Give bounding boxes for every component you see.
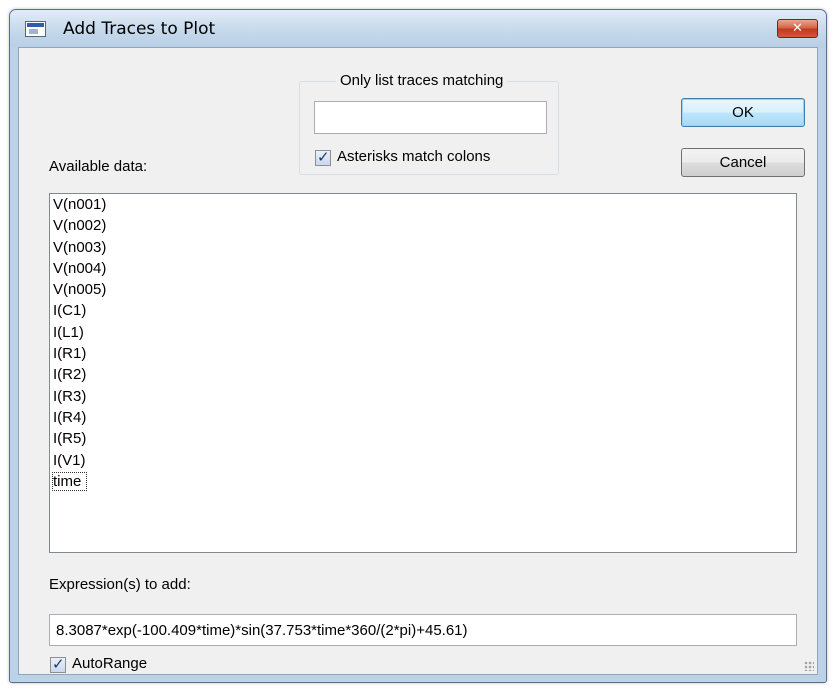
list-item[interactable]: I(R4)	[50, 407, 796, 428]
list-item[interactable]: I(V1)	[50, 450, 796, 471]
filter-input[interactable]	[314, 101, 547, 134]
list-item[interactable]: I(L1)	[50, 322, 796, 343]
expression-label: Expression(s) to add:	[49, 576, 191, 593]
list-item[interactable]: I(R1)	[50, 343, 796, 364]
available-data-label: Available data:	[49, 158, 148, 175]
list-item-focused[interactable]: time	[50, 471, 796, 492]
cancel-button[interactable]: Cancel	[681, 148, 805, 177]
list-item[interactable]: V(n001)	[50, 194, 796, 215]
dialog-title: Add Traces to Plot	[63, 19, 216, 39]
list-item[interactable]: I(R2)	[50, 364, 796, 385]
list-item[interactable]: V(n002)	[50, 215, 796, 236]
list-item[interactable]: I(R3)	[50, 386, 796, 407]
add-traces-dialog: Add Traces to Plot ✕ Only list traces ma…	[9, 9, 827, 683]
list-item[interactable]: V(n004)	[50, 258, 796, 279]
list-item[interactable]: V(n003)	[50, 237, 796, 258]
close-icon: ✕	[792, 21, 803, 36]
expression-input[interactable]	[49, 614, 797, 646]
app-window-icon	[25, 21, 46, 37]
dialog-body: Only list traces matching Asterisks matc…	[18, 47, 818, 675]
ok-button[interactable]: OK	[681, 98, 805, 127]
resize-grip-icon[interactable]	[804, 661, 814, 671]
autorange-label: AutoRange	[72, 655, 148, 672]
filter-group: Only list traces matching Asterisks matc…	[299, 72, 559, 175]
autorange-checkbox[interactable]	[50, 655, 66, 673]
title-bar[interactable]: Add Traces to Plot ✕	[10, 10, 826, 47]
list-item[interactable]: I(C1)	[50, 300, 796, 321]
asterisks-checkbox[interactable]	[315, 148, 331, 166]
list-item[interactable]: I(R5)	[50, 428, 796, 449]
close-button[interactable]: ✕	[777, 19, 818, 38]
asterisks-label: Asterisks match colons	[337, 148, 491, 165]
filter-group-label: Only list traces matching	[336, 72, 508, 89]
available-data-list[interactable]: V(n001) V(n002) V(n003) V(n004) V(n005) …	[49, 193, 797, 553]
list-item[interactable]: V(n005)	[50, 279, 796, 300]
